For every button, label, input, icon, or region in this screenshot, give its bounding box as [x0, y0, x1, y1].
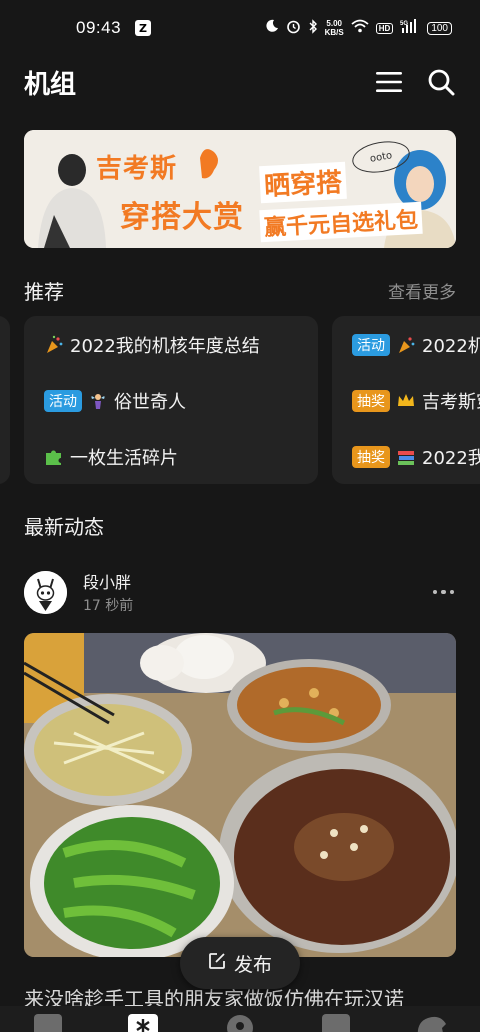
search-icon[interactable]: [426, 67, 456, 97]
crown-icon: [396, 391, 416, 411]
confetti-icon: [396, 335, 416, 355]
view-more-link[interactable]: 查看更多: [388, 278, 456, 303]
activity-tag: 活动: [44, 390, 82, 412]
promo-banner[interactable]: 吉考斯 穿搭大赏 晒穿搭 赢千元自选礼包 ooto: [24, 130, 456, 248]
battery-indicator: 100: [427, 21, 452, 35]
recommend-item[interactable]: 2022我的机核年度总结: [44, 332, 260, 358]
banner-line-2: 穿搭大赏: [120, 200, 244, 235]
status-bar: 09:43 Z 5.00 KB/S HD 5G 100: [0, 0, 480, 56]
recommend-item-text: 一枚生活碎片: [70, 448, 178, 469]
net-speed: 5.00 KB/S: [325, 19, 344, 37]
cup-icon[interactable]: [322, 1014, 350, 1032]
activity-tag: 活动: [352, 334, 390, 356]
app-notification-icon: Z: [135, 20, 152, 36]
lottery-tag: 抽奖: [352, 390, 390, 412]
recommend-item-text: 吉考斯穿: [422, 392, 480, 413]
latest-title: 最新动态: [24, 514, 104, 539]
fairy-icon: [88, 391, 108, 411]
net-speed-value: 5.00: [326, 19, 342, 28]
bluetooth-icon: [308, 18, 318, 38]
recommend-card[interactable]: 活动 2022机 抽奖 吉考斯穿 抽奖 2022我: [332, 316, 480, 484]
status-time: 09:43: [76, 18, 122, 37]
recommend-item-text: 2022机: [422, 336, 480, 357]
author-info: 段小胖 17 秒前: [83, 569, 133, 615]
books-icon: [396, 447, 416, 467]
wifi-icon: [351, 19, 369, 37]
header-actions: [374, 67, 456, 97]
recommend-item[interactable]: 一枚生活碎片: [44, 444, 178, 470]
recommend-item-text: 2022我: [422, 448, 480, 469]
author-name[interactable]: 段小胖: [83, 569, 133, 593]
recommend-item[interactable]: 活动 2022机: [352, 332, 480, 358]
menu-icon[interactable]: [374, 67, 404, 97]
recommend-item[interactable]: 抽奖 吉考斯穿: [352, 388, 480, 414]
banner-line-1: 吉考斯: [96, 154, 178, 184]
recommend-item[interactable]: 活动 俗世奇人: [44, 388, 186, 414]
alarm-icon: [286, 19, 301, 38]
recommend-header: 推荐 查看更多: [24, 274, 456, 306]
status-indicators: 5.00 KB/S HD 5G 100: [265, 18, 452, 38]
dinosaur-icon[interactable]: [414, 1014, 448, 1032]
recommend-item[interactable]: 抽奖 2022我: [352, 444, 480, 470]
banner-line-3: 晒穿搭: [259, 161, 347, 204]
post-author-row[interactable]: 段小胖 17 秒前: [24, 569, 456, 615]
bottom-nav: [0, 1006, 480, 1032]
calendar-icon[interactable]: [34, 1014, 62, 1032]
latest-header: 最新动态: [24, 509, 456, 541]
post-photo[interactable]: [24, 633, 456, 957]
lottery-tag: 抽奖: [352, 446, 390, 468]
more-options-icon[interactable]: [432, 589, 454, 595]
post-timestamp: 17 秒前: [83, 598, 134, 614]
radio-icon[interactable]: [224, 1014, 256, 1032]
recommend-card-prev[interactable]: [0, 316, 10, 484]
publish-label: 发布: [233, 953, 272, 976]
net-speed-unit: KB/S: [324, 28, 344, 37]
moon-icon: [265, 19, 279, 37]
puzzle-icon: [44, 447, 64, 467]
recommend-item-text: 2022我的机核年度总结: [70, 336, 260, 357]
recommend-title: 推荐: [24, 279, 64, 304]
asterisk-icon[interactable]: [128, 1014, 158, 1032]
recommend-card[interactable]: 2022我的机核年度总结 活动 俗世奇人 一枚生活碎片: [24, 316, 318, 484]
avatar[interactable]: [24, 570, 67, 614]
page-title: 机组: [24, 69, 77, 100]
confetti-icon: [44, 335, 64, 355]
hd-badge: HD: [375, 22, 394, 34]
publish-button[interactable]: 发布: [180, 937, 300, 989]
edit-icon: [208, 952, 226, 975]
recommend-item-text: 俗世奇人: [114, 392, 186, 413]
app-header: 机组: [0, 56, 480, 108]
signal-icon: 5G: [400, 19, 420, 37]
